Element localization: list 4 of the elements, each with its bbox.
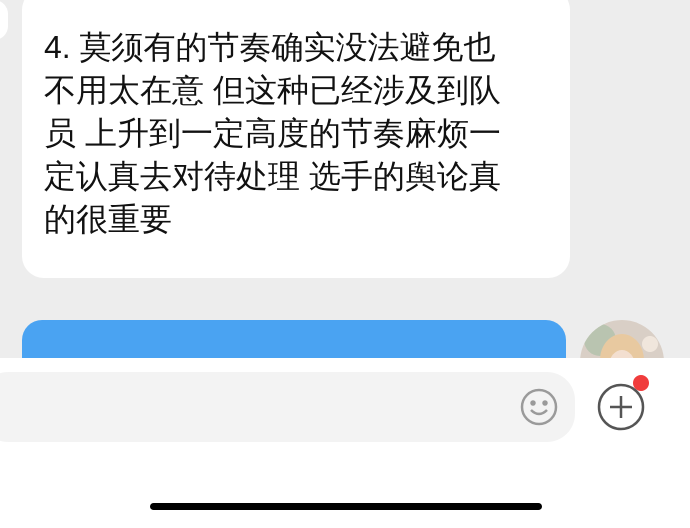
- message-text: 4. 莫须有的节奏确实没法避免也不用太在意 但这种已经涉及到队员 上升到一定高度的节奏麻烦一定认真去对待处理 选手的舆论真的很重要: [44, 28, 502, 239]
- message-input[interactable]: [0, 372, 575, 442]
- add-icon[interactable]: [597, 383, 645, 431]
- smiley-icon[interactable]: [519, 387, 559, 427]
